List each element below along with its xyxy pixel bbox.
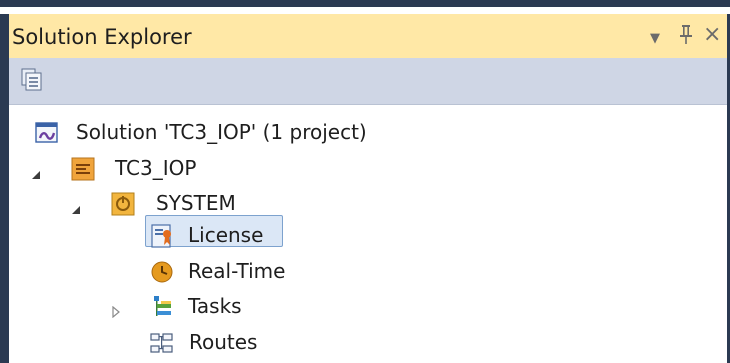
tree-item-license[interactable]: License bbox=[149, 219, 349, 253]
routes-icon bbox=[149, 330, 175, 356]
tree-item-tasks[interactable]: Tasks bbox=[109, 290, 359, 324]
tree-item-routes[interactable]: Routes bbox=[149, 326, 399, 360]
tree-item-realtime[interactable]: Real-Time bbox=[149, 255, 399, 289]
pin-icon[interactable] bbox=[679, 23, 693, 50]
toolbar bbox=[9, 58, 727, 105]
solution-tree: Solution 'TC3_IOP' (1 project) TC3_IOP S… bbox=[9, 105, 727, 363]
tree-item-label: Tasks bbox=[188, 294, 242, 318]
tasks-icon bbox=[149, 294, 175, 320]
tree-item-label: Solution 'TC3_IOP' (1 project) bbox=[76, 120, 367, 144]
window-position-dropdown-icon[interactable]: ▼ bbox=[650, 27, 660, 51]
expanded-arrow-icon[interactable] bbox=[71, 200, 81, 214]
license-icon bbox=[149, 223, 175, 249]
collapsed-arrow-icon[interactable] bbox=[111, 303, 121, 319]
tree-item-system[interactable]: SYSTEM bbox=[69, 187, 369, 221]
tree-item-label: Routes bbox=[189, 330, 258, 354]
properties-icon[interactable] bbox=[20, 67, 46, 93]
project-icon bbox=[70, 156, 96, 182]
tree-item-solution[interactable]: Solution 'TC3_IOP' (1 project) bbox=[34, 116, 434, 150]
tree-item-project[interactable]: TC3_IOP bbox=[29, 152, 329, 186]
tree-item-label: Real-Time bbox=[188, 259, 286, 283]
realtime-icon bbox=[149, 259, 175, 285]
tree-item-label: SYSTEM bbox=[156, 191, 236, 215]
tree-item-label: License bbox=[188, 223, 264, 247]
close-icon[interactable]: × bbox=[703, 23, 721, 47]
tree-item-label: TC3_IOP bbox=[115, 156, 197, 180]
window-title: Solution Explorer bbox=[12, 25, 192, 49]
solution-icon bbox=[34, 120, 60, 146]
title-bar: Solution Explorer ▼ × bbox=[9, 14, 727, 58]
solution-explorer-window: Solution Explorer ▼ × Solution 'TC3_IOP'… bbox=[0, 0, 730, 363]
system-icon bbox=[110, 191, 136, 217]
expanded-arrow-icon[interactable] bbox=[31, 165, 41, 179]
window-left-border bbox=[0, 14, 9, 363]
